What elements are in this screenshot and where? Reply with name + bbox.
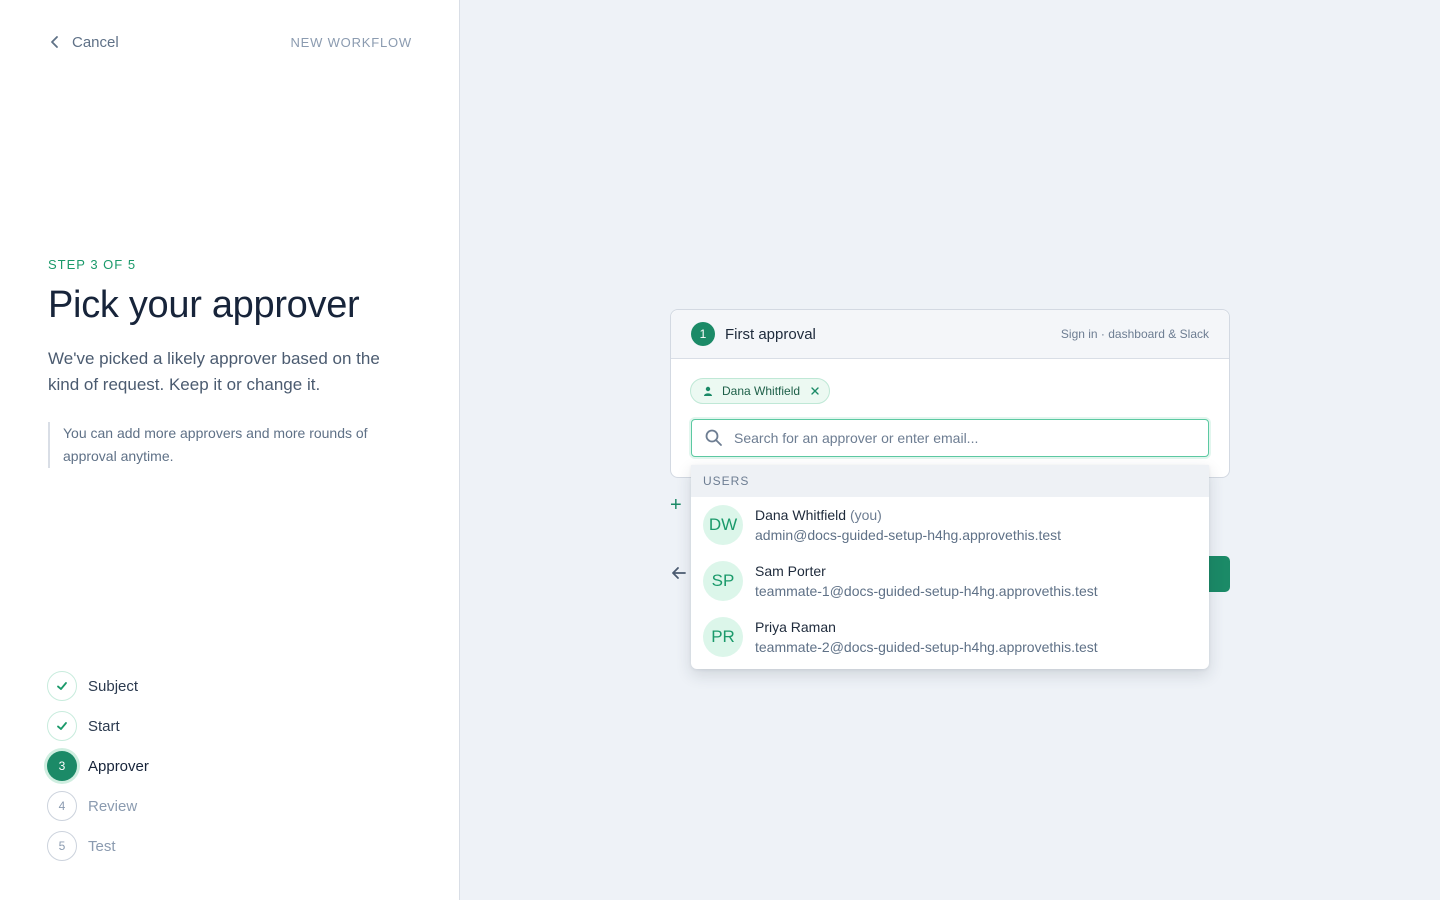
cancel-label: Cancel: [72, 33, 119, 51]
arrow-left-icon[interactable]: [670, 564, 688, 582]
page-title: Pick your approver: [48, 284, 360, 326]
user-option-sam-porter[interactable]: SP Sam Porter teammate-1@docs-guided-set…: [691, 553, 1209, 609]
avatar: SP: [703, 561, 743, 601]
user-info: Dana Whitfield (you) admin@docs-guided-s…: [755, 505, 1061, 545]
search-icon: [705, 429, 722, 446]
round-number-badge: 1: [691, 322, 715, 346]
step-number: 5: [47, 831, 77, 861]
step-item-review[interactable]: 4 Review: [47, 791, 149, 821]
user-you-tag: (you): [849, 507, 882, 523]
user-name: Priya Raman: [755, 619, 836, 635]
user-name: Dana Whitfield: [755, 507, 847, 523]
step-label: Test: [88, 837, 116, 855]
left-panel: Cancel NEW WORKFLOW STEP 3 OF 5 Pick you…: [0, 0, 460, 900]
cancel-button[interactable]: Cancel: [48, 34, 119, 51]
approval-round-card: 1 First approval Sign in · dashboard & S…: [670, 309, 1230, 478]
approver-search-input[interactable]: [734, 430, 1194, 446]
check-icon: [57, 722, 67, 730]
user-info: Priya Raman teammate-2@docs-guided-setup…: [755, 617, 1098, 657]
user-name: Sam Porter: [755, 563, 826, 579]
step-label: Review: [88, 797, 138, 815]
step-number: 3: [47, 751, 77, 781]
check-icon: [57, 682, 67, 690]
plus-icon[interactable]: +: [670, 494, 682, 517]
close-icon[interactable]: [810, 386, 820, 396]
page-description: We've picked a likely approver based on …: [48, 349, 380, 394]
step-label: Approver: [88, 757, 149, 775]
chevron-left-icon: [51, 36, 58, 48]
selected-approver-chip: Dana Whitfield: [690, 378, 831, 404]
user-option-dana-whitfield[interactable]: DW Dana Whitfield (you) admin@docs-guide…: [691, 497, 1209, 553]
step-status-circle: [47, 711, 77, 741]
step-item-start[interactable]: Start: [47, 711, 149, 741]
step-item-approver[interactable]: 3 Approver: [47, 751, 149, 781]
user-email: teammate-1@docs-guided-setup-h4hg.approv…: [755, 583, 1098, 599]
approver-search-box: [691, 419, 1209, 457]
user-name-line: Dana Whitfield (you): [755, 505, 1061, 525]
step-list: Subject Start 3 Approver 4 Review 5 Test: [47, 671, 149, 871]
step-item-subject[interactable]: Subject: [47, 671, 149, 701]
workflow-label: NEW WORKFLOW: [290, 34, 412, 50]
chip-label: Dana Whitfield: [722, 384, 801, 398]
approver-dropdown: USERS DW Dana Whitfield (you) admin@docs…: [691, 465, 1209, 669]
user-email: admin@docs-guided-setup-h4hg.approvethis…: [755, 527, 1062, 543]
round-meta: Sign in · dashboard & Slack: [1060, 327, 1209, 341]
user-icon: [704, 386, 712, 396]
avatar: DW: [703, 505, 743, 545]
step-label: Subject: [88, 677, 139, 695]
dropdown-section-header: USERS: [691, 465, 1209, 497]
top-bar: Cancel NEW WORKFLOW: [48, 32, 412, 52]
avatar: PR: [703, 617, 743, 657]
info-note: You can add more approvers and more roun…: [48, 422, 388, 468]
step-number: 4: [47, 791, 77, 821]
round-title: First approval: [725, 325, 816, 343]
approval-round-header: 1 First approval Sign in · dashboard & S…: [671, 310, 1229, 359]
user-info: Sam Porter teammate-1@docs-guided-setup-…: [755, 561, 1098, 601]
step-status-circle: [47, 671, 77, 701]
step-counter: STEP 3 OF 5: [48, 257, 137, 272]
user-email: teammate-2@docs-guided-setup-h4hg.approv…: [755, 639, 1098, 655]
step-item-test[interactable]: 5 Test: [47, 831, 149, 861]
user-option-priya-raman[interactable]: PR Priya Raman teammate-2@docs-guided-se…: [691, 609, 1209, 665]
step-label: Start: [88, 717, 120, 735]
